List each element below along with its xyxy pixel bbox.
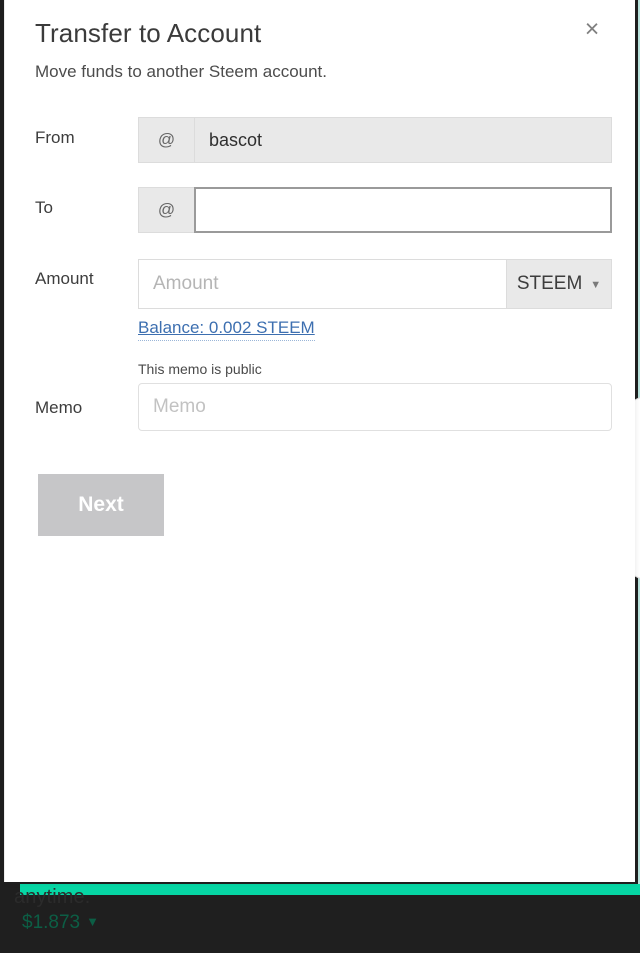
- memo-public-hint: This memo is public: [138, 361, 262, 377]
- background-price-dropdown[interactable]: $1.873 ▼: [22, 912, 99, 934]
- amount-input[interactable]: [138, 259, 506, 309]
- chevron-down-icon: ▼: [590, 279, 602, 291]
- to-label: To: [35, 198, 53, 217]
- background-text-fragment: anytime.: [14, 886, 91, 908]
- amount-field-group: STEEM ▼: [138, 259, 612, 309]
- modal-subtitle: Move funds to another Steem account.: [35, 62, 328, 81]
- from-field-group: @: [138, 117, 612, 163]
- memo-input[interactable]: [138, 383, 612, 431]
- close-icon[interactable]: ×: [577, 14, 607, 44]
- from-label: From: [35, 128, 75, 147]
- screen-root: anytime. $1.873 ▼ × Transfer to Account M…: [0, 0, 640, 953]
- at-symbol-icon: @: [138, 117, 194, 163]
- asset-select[interactable]: STEEM ▼: [506, 259, 612, 309]
- memo-label: Memo: [35, 398, 83, 417]
- chevron-down-icon: ▼: [86, 914, 99, 929]
- page-title: Transfer to Account: [35, 18, 262, 48]
- from-account-input[interactable]: [194, 117, 612, 163]
- to-field-group: @: [138, 187, 612, 233]
- at-symbol-icon: @: [138, 187, 194, 233]
- transfer-modal: × Transfer to Account Move funds to anot…: [4, 0, 635, 882]
- to-account-input[interactable]: [194, 187, 612, 233]
- asset-select-value: STEEM: [516, 273, 583, 294]
- background-price-value: $1.873: [22, 912, 81, 933]
- balance-link[interactable]: Balance: 0.002 STEEM: [138, 318, 315, 341]
- next-button[interactable]: Next: [38, 474, 164, 536]
- accent-bar: [20, 884, 640, 895]
- amount-label: Amount: [35, 269, 94, 288]
